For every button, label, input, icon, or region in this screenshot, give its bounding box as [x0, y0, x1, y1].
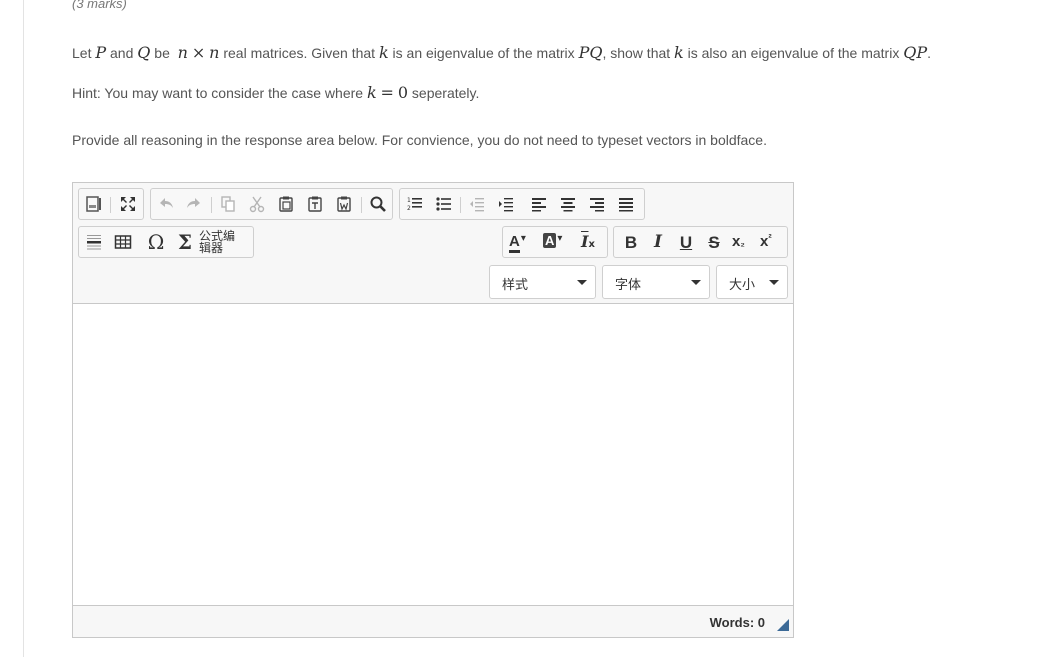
bg-color-icon: A [543, 233, 557, 248]
word-count: Words: 0 [709, 615, 765, 630]
toolbar-group-paragraph: 12 [399, 188, 645, 220]
toolbar-group-document [78, 188, 144, 220]
toolbar-group-basicstyles: B I U S x₂ x² [613, 226, 788, 258]
table-icon[interactable] [110, 229, 136, 255]
resize-handle-icon[interactable] [777, 619, 789, 631]
chevron-down-icon [691, 280, 701, 285]
strikethrough-button[interactable]: S [701, 229, 727, 255]
bold-button[interactable]: B [618, 229, 644, 255]
bg-color-button[interactable]: A ▾ [543, 233, 571, 253]
special-char-icon[interactable]: Ω [143, 229, 169, 255]
indent-icon[interactable] [493, 191, 519, 217]
left-rule [23, 0, 24, 657]
styles-dropdown-label: 样式 [502, 277, 529, 292]
paste-word-icon[interactable] [331, 191, 357, 217]
instructions-text: Provide all reasoning in the response ar… [72, 132, 767, 148]
paste-icon[interactable] [273, 191, 299, 217]
formula-editor-button[interactable]: 公式编辑器 [199, 228, 239, 256]
toolbar-separator [211, 197, 212, 213]
subscript-mark: ₂ [740, 238, 745, 249]
toolbar-group-colors: A▾ A ▾ Ix [502, 226, 608, 258]
toolbar-separator [361, 197, 362, 213]
underline-button[interactable]: U [673, 229, 699, 255]
sigma-icon[interactable]: Σ [172, 229, 198, 255]
rich-text-editor: 12 Ω Σ 公式编辑器 A▾ A ▾ Ix B I U S x₂ x² 样式 … [72, 182, 794, 638]
text-color-icon: A [509, 234, 520, 253]
formula-editor-label: 公式编辑器 [199, 229, 236, 255]
chevron-down-icon: ▾ [557, 233, 563, 244]
size-dropdown[interactable]: 大小 [716, 265, 788, 299]
superscript-button[interactable]: x² [760, 233, 784, 253]
font-dropdown[interactable]: 字体 [602, 265, 710, 299]
font-dropdown-label: 字体 [615, 277, 642, 292]
italic-button[interactable]: I [645, 229, 671, 255]
chevron-down-icon [577, 280, 587, 285]
styles-dropdown[interactable]: 样式 [489, 265, 596, 299]
cut-icon[interactable] [244, 191, 270, 217]
maximize-icon[interactable] [115, 191, 141, 217]
remove-format-sub: x [588, 239, 595, 250]
redo-icon[interactable] [181, 191, 207, 217]
toolbar-separator [460, 197, 461, 213]
editor-toolbar: 12 Ω Σ 公式编辑器 A▾ A ▾ Ix B I U S x₂ x² 样式 … [73, 183, 793, 304]
undo-icon[interactable] [153, 191, 179, 217]
find-icon[interactable] [365, 191, 391, 217]
chevron-down-icon: ▾ [520, 233, 526, 244]
text-color-button[interactable]: A▾ [509, 233, 537, 253]
align-left-icon[interactable] [526, 191, 552, 217]
toolbar-separator [110, 197, 111, 213]
toolbar-group-insert: Ω Σ 公式编辑器 [78, 226, 254, 258]
marks-label: (3 marks) [72, 0, 127, 11]
align-right-icon[interactable] [584, 191, 610, 217]
source-icon[interactable] [81, 191, 107, 217]
chevron-down-icon [769, 280, 779, 285]
copy-icon[interactable] [215, 191, 241, 217]
bulleted-list-icon[interactable] [431, 191, 457, 217]
outdent-icon[interactable] [464, 191, 490, 217]
superscript-mark: ² [768, 233, 772, 244]
editor-status-bar: Words: 0 [73, 605, 793, 637]
toolbar-group-clipboard [150, 188, 393, 220]
justify-icon[interactable] [613, 191, 639, 217]
align-center-icon[interactable] [555, 191, 581, 217]
size-dropdown-label: 大小 [729, 277, 756, 292]
hint-text: Hint: You may want to consider the case … [72, 83, 480, 102]
svg-text:2: 2 [407, 205, 411, 212]
numbered-list-icon[interactable]: 12 [402, 191, 428, 217]
editor-content-area[interactable] [73, 305, 793, 605]
paste-text-icon[interactable] [302, 191, 328, 217]
question-statement: Let P and Q be n × n real matrices. Give… [72, 43, 931, 62]
subscript-button[interactable]: x₂ [732, 233, 756, 253]
remove-format-button[interactable]: Ix [581, 232, 605, 254]
svg-text:1: 1 [407, 197, 411, 204]
horizontal-rule-icon[interactable] [81, 229, 107, 255]
